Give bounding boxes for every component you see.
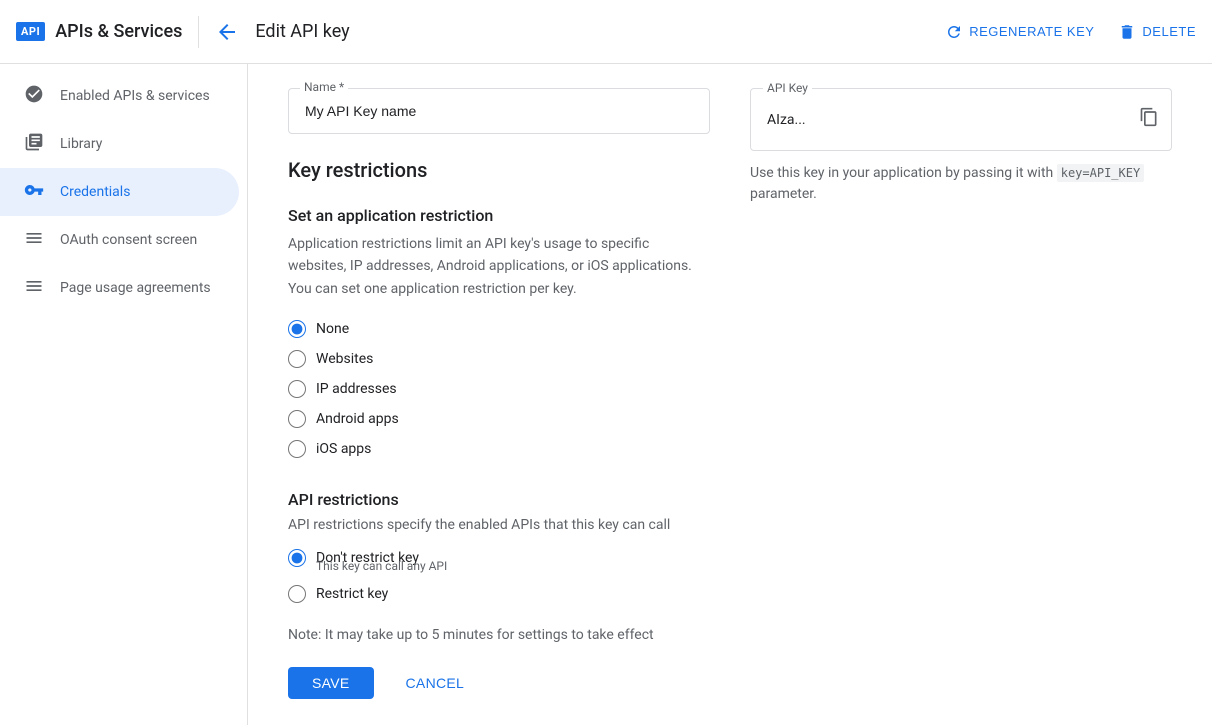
top-bar: API APIs & Services Edit API key REGENER… bbox=[0, 0, 1212, 64]
sidebar-item-label: Library bbox=[60, 136, 102, 152]
library-icon bbox=[24, 132, 44, 157]
regenerate-label: REGENERATE KEY bbox=[969, 24, 1094, 39]
content-grid: Name * Key restrictions Set an applicati… bbox=[288, 88, 1172, 699]
radio-ip-input[interactable] bbox=[288, 380, 306, 398]
sidebar-item-oauth[interactable]: OAuth consent screen bbox=[0, 216, 239, 264]
radio-ip-label: IP addresses bbox=[316, 381, 397, 397]
radio-websites-input[interactable] bbox=[288, 350, 306, 368]
footer-buttons: SAVE CANCEL bbox=[288, 667, 710, 699]
radio-dont-restrict-input[interactable] bbox=[288, 549, 306, 567]
app-logo: API APIs & Services bbox=[16, 21, 182, 42]
api-restrictions-desc: API restrictions specify the enabled API… bbox=[288, 517, 710, 533]
note-text: Note: It may take up to 5 minutes for se… bbox=[288, 627, 710, 643]
key-hint-code: key=API_KEY bbox=[1057, 164, 1144, 182]
delete-button[interactable]: DELETE bbox=[1118, 23, 1196, 41]
oauth-icon bbox=[24, 228, 44, 253]
key-hint: Use this key in your application by pass… bbox=[750, 163, 1172, 205]
sidebar-item-page-usage[interactable]: Page usage agreements bbox=[0, 264, 239, 312]
app-restriction-section: Set an application restriction Applicati… bbox=[288, 206, 710, 458]
back-button[interactable] bbox=[215, 20, 239, 44]
radio-restrict-input[interactable] bbox=[288, 585, 306, 603]
radio-ip[interactable]: IP addresses bbox=[288, 380, 710, 398]
page-header: Edit API key bbox=[215, 20, 929, 44]
top-actions: REGENERATE KEY DELETE bbox=[945, 23, 1196, 41]
divider bbox=[198, 16, 199, 48]
right-column: API Key AIza... Use this key in your app… bbox=[750, 88, 1172, 699]
name-text-field: Name * bbox=[288, 88, 710, 134]
radio-none[interactable]: None bbox=[288, 320, 710, 338]
key-restrictions-section: Key restrictions Set an application rest… bbox=[288, 158, 710, 699]
sidebar-item-label: Credentials bbox=[60, 184, 130, 200]
radio-restrict[interactable]: Restrict key bbox=[288, 585, 710, 603]
radio-ios-label: iOS apps bbox=[316, 441, 371, 457]
copy-key-button[interactable] bbox=[1135, 103, 1163, 136]
save-button[interactable]: SAVE bbox=[288, 667, 374, 699]
key-restrictions-title: Key restrictions bbox=[288, 158, 710, 182]
page-title: Edit API key bbox=[255, 21, 349, 42]
app-restriction-options: None Websites IP addresses bbox=[288, 320, 710, 458]
delete-label: DELETE bbox=[1142, 24, 1196, 39]
key-hint-text2: parameter. bbox=[750, 186, 817, 202]
app-restriction-title: Set an application restriction bbox=[288, 206, 710, 225]
name-label: Name * bbox=[300, 80, 348, 94]
left-column: Name * Key restrictions Set an applicati… bbox=[288, 88, 710, 699]
sidebar: Enabled APIs & services Library Credenti… bbox=[0, 64, 248, 725]
key-hint-text1: Use this key in your application by pass… bbox=[750, 165, 1053, 181]
main-content: Name * Key restrictions Set an applicati… bbox=[248, 64, 1212, 725]
api-logo-badge: API bbox=[16, 22, 45, 41]
sidebar-item-label: Page usage agreements bbox=[60, 280, 211, 296]
radio-ios[interactable]: iOS apps bbox=[288, 440, 710, 458]
dont-restrict-wrapper: Don't restrict key This key can call any… bbox=[288, 549, 710, 573]
api-restriction-options: Don't restrict key This key can call any… bbox=[288, 549, 710, 603]
name-input[interactable] bbox=[288, 88, 710, 134]
name-field-group: Name * bbox=[288, 88, 710, 134]
radio-android-label: Android apps bbox=[316, 411, 399, 427]
radio-ios-input[interactable] bbox=[288, 440, 306, 458]
sidebar-item-credentials[interactable]: Credentials bbox=[0, 168, 239, 216]
regenerate-key-button[interactable]: REGENERATE KEY bbox=[945, 23, 1094, 41]
api-key-inner: AIza... bbox=[751, 89, 1171, 150]
radio-websites-label: Websites bbox=[316, 351, 373, 367]
cancel-button[interactable]: CANCEL bbox=[390, 667, 481, 699]
api-key-field: API Key AIza... bbox=[750, 88, 1172, 151]
api-key-label: API Key bbox=[763, 81, 812, 95]
app-title: APIs & Services bbox=[55, 21, 182, 42]
enabled-apis-icon bbox=[24, 84, 44, 109]
radio-none-label: None bbox=[316, 321, 349, 337]
api-key-value: AIza... bbox=[767, 112, 1135, 128]
sidebar-item-label: Enabled APIs & services bbox=[60, 88, 210, 104]
app-restriction-desc: Application restrictions limit an API ke… bbox=[288, 233, 710, 300]
credentials-icon bbox=[24, 180, 44, 205]
radio-android-input[interactable] bbox=[288, 410, 306, 428]
radio-restrict-label: Restrict key bbox=[316, 586, 388, 602]
radio-android[interactable]: Android apps bbox=[288, 410, 710, 428]
api-restrictions-section: API restrictions API restrictions specif… bbox=[288, 490, 710, 603]
radio-none-input[interactable] bbox=[288, 320, 306, 338]
page-usage-icon bbox=[24, 276, 44, 301]
sidebar-item-library[interactable]: Library bbox=[0, 120, 239, 168]
api-restrictions-title: API restrictions bbox=[288, 490, 710, 509]
layout: Enabled APIs & services Library Credenti… bbox=[0, 64, 1212, 725]
sidebar-item-enabled-apis[interactable]: Enabled APIs & services bbox=[0, 72, 239, 120]
radio-websites[interactable]: Websites bbox=[288, 350, 710, 368]
radio-dont-restrict-sublabel: This key can call any API bbox=[316, 559, 710, 573]
sidebar-item-label: OAuth consent screen bbox=[60, 232, 197, 248]
